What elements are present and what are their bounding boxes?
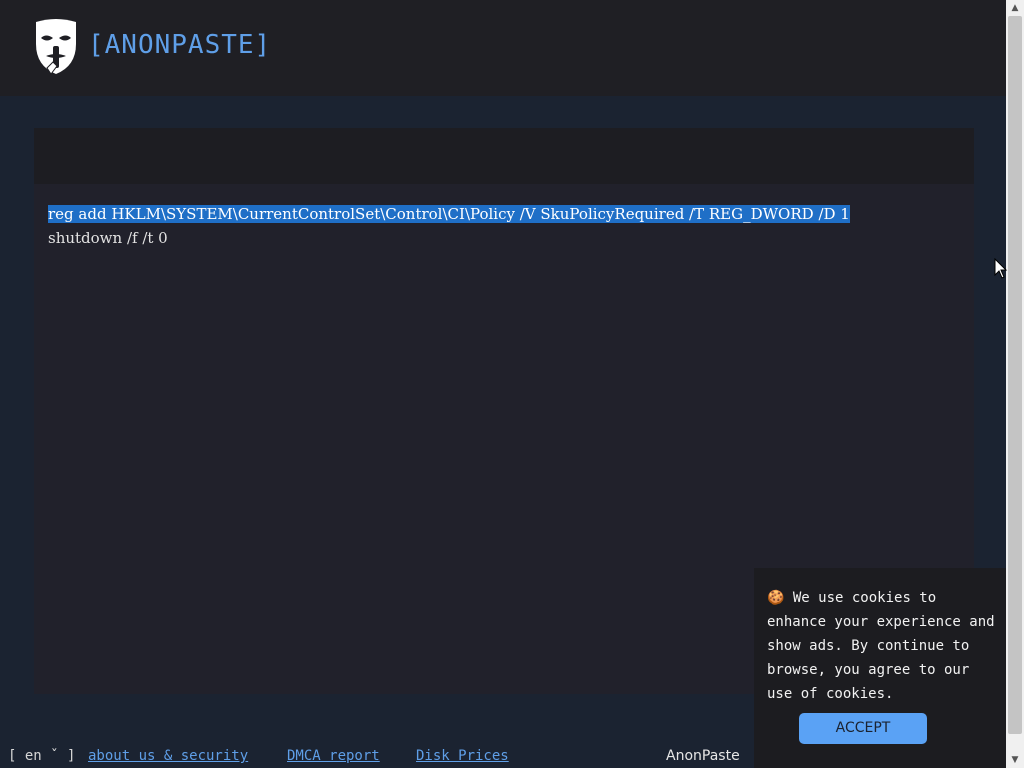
code-line-selected[interactable]: reg add HKLM\SYSTEM\CurrentControlSet\Co… [48,205,850,223]
paste-text[interactable]: reg add HKLM\SYSTEM\CurrentControlSet\Co… [48,202,850,250]
site-title[interactable]: [ANONPASTE] [88,30,271,60]
dmca-report-link[interactable]: DMCA report [287,748,380,764]
cookie-icon: 🍪 [767,590,785,606]
cookie-text: We use cookies to enhance your experienc… [767,590,995,702]
language-selector[interactable]: [ en ˇ ] [8,748,75,764]
cookie-message: 🍪 We use cookies to enhance your experie… [767,586,997,706]
about-security-link[interactable]: about us & security [88,748,248,764]
scroll-up-arrow-icon[interactable]: ▲ [1006,0,1024,16]
disk-prices-link[interactable]: Disk Prices [416,748,509,764]
paste-toolbar [34,128,974,184]
cookie-banner: 🍪 We use cookies to enhance your experie… [754,568,1006,768]
site-header: [ANONPASTE] [0,0,1006,96]
footer-site-name: AnonPaste [666,748,740,764]
vertical-scrollbar[interactable]: ▲ ▼ [1006,0,1024,768]
mouse-pointer-icon [994,258,1008,279]
code-line[interactable]: shutdown /f /t 0 [48,229,168,247]
scroll-down-arrow-icon[interactable]: ▼ [1006,752,1024,768]
scrollbar-thumb[interactable] [1008,16,1022,734]
accept-cookies-button[interactable]: ACCEPT [799,713,927,744]
anonymous-mask-logo[interactable] [32,18,80,78]
